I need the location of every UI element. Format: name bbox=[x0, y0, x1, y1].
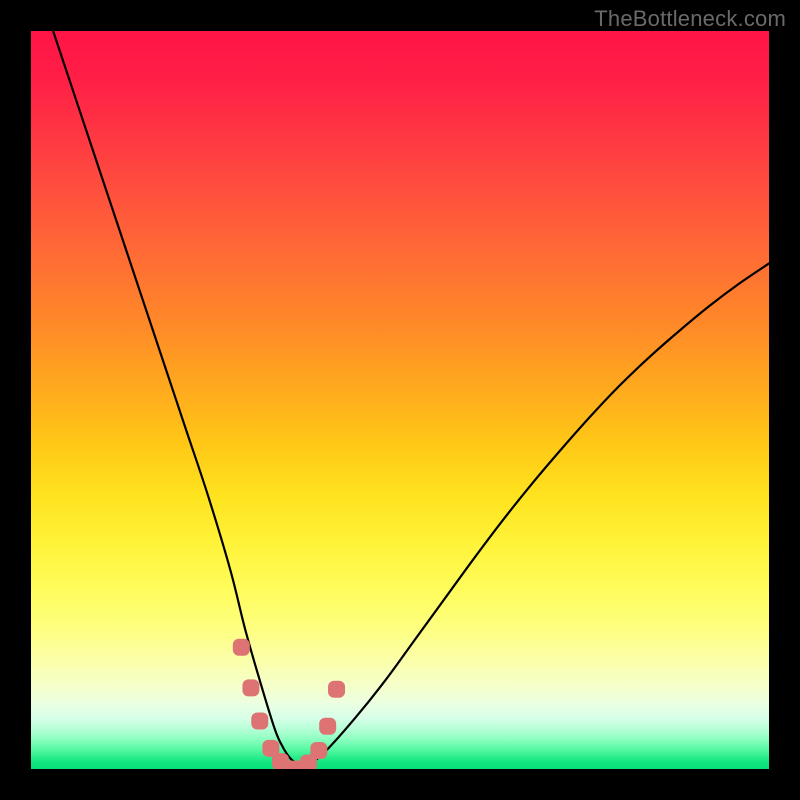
trough-marker bbox=[242, 679, 259, 696]
curve-group bbox=[53, 31, 769, 769]
trough-marker bbox=[319, 718, 336, 735]
right-curve bbox=[304, 263, 769, 769]
chart-frame: TheBottleneck.com bbox=[0, 0, 800, 800]
trough-marker bbox=[251, 713, 268, 730]
plot-area bbox=[31, 31, 769, 769]
trough-marker bbox=[233, 639, 250, 656]
trough-marker bbox=[328, 681, 345, 698]
trough-marker bbox=[310, 742, 327, 759]
left-curve bbox=[53, 31, 304, 769]
curve-layer bbox=[31, 31, 769, 769]
watermark-text: TheBottleneck.com bbox=[594, 6, 786, 32]
